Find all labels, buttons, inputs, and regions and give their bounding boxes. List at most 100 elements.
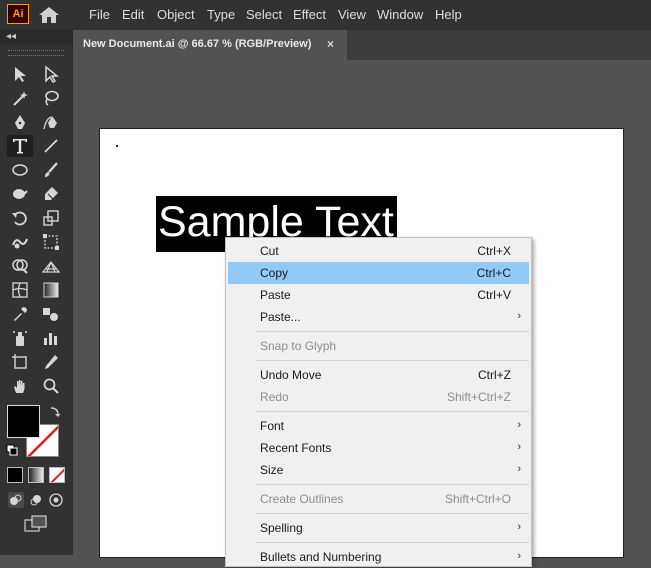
draw-normal-icon[interactable] (8, 492, 24, 508)
none-mode-button[interactable] (49, 467, 65, 483)
artboard-tool[interactable] (7, 351, 33, 373)
chevron-right-icon: › (517, 463, 521, 475)
chevron-right-icon: › (517, 441, 521, 453)
magic-wand-tool[interactable] (7, 87, 33, 109)
eyedropper-icon (14, 307, 27, 321)
chevron-right-icon: › (517, 550, 521, 562)
menu-item-font[interactable]: Font › (228, 415, 529, 437)
shape-builder-icon (12, 259, 28, 274)
none-slash-icon (50, 468, 64, 482)
perspective-grid-icon (42, 261, 60, 273)
swap-fill-stroke-icon[interactable] (49, 405, 61, 417)
panel-grip[interactable] (8, 50, 64, 56)
menu-separator (256, 513, 529, 514)
panel-collapse-button[interactable]: ◂◂ (0, 30, 73, 44)
draw-inside-icon[interactable] (48, 492, 64, 508)
home-icon[interactable] (38, 6, 60, 24)
document-tab-title: New Document.ai @ 66.67 % (RGB/Preview) (83, 38, 312, 50)
shape-builder-tool[interactable] (7, 255, 33, 277)
type-tool[interactable] (7, 135, 33, 157)
menu-object[interactable]: Object (157, 7, 195, 22)
blend-tool[interactable] (38, 303, 64, 325)
menu-item-undo-move[interactable]: Undo Move Ctrl+Z (228, 364, 529, 386)
ellipse-tool[interactable] (7, 159, 33, 181)
pen-icon (15, 115, 25, 129)
menu-separator (256, 360, 529, 361)
eraser-tool[interactable] (38, 183, 64, 205)
gradient-tool[interactable] (38, 279, 64, 301)
eraser-icon (45, 187, 58, 200)
column-graph-tool[interactable] (38, 327, 64, 349)
document-tab[interactable]: New Document.ai @ 66.67 % (RGB/Preview) … (73, 30, 347, 60)
artboard-icon (12, 354, 27, 369)
menu-bar: Ai File Edit Object Type Select Effect V… (0, 0, 651, 30)
menu-view[interactable]: View (338, 7, 366, 22)
chevron-right-icon: › (517, 521, 521, 533)
color-mode-button[interactable] (7, 467, 23, 483)
menu-separator (256, 331, 529, 332)
menu-file[interactable]: File (89, 7, 110, 22)
symbol-sprayer-icon (13, 331, 27, 346)
line-segment-tool[interactable] (38, 135, 64, 157)
zoom-tool[interactable] (38, 375, 64, 397)
menu-item-recent-fonts[interactable]: Recent Fonts › (228, 437, 529, 459)
gradient-icon (43, 282, 59, 298)
menu-type[interactable]: Type (207, 7, 235, 22)
direct-selection-tool[interactable] (38, 63, 64, 85)
selection-tool[interactable] (7, 63, 33, 85)
menu-item-spelling[interactable]: Spelling › (228, 517, 529, 539)
menu-select[interactable]: Select (246, 7, 282, 22)
ellipse-icon (12, 164, 28, 176)
menu-item-snap-to-glyph: Snap to Glyph (260, 339, 337, 353)
slice-tool[interactable] (38, 351, 64, 373)
zoom-magnifier-icon (43, 378, 59, 394)
menu-item-create-outlines: Create Outlines Shift+Ctrl+O (260, 492, 511, 506)
symbol-sprayer-tool[interactable] (7, 327, 33, 349)
rotate-icon (12, 211, 27, 226)
paintbrush-tool[interactable] (38, 159, 64, 181)
line-segment-icon (44, 139, 58, 153)
menu-separator (256, 411, 529, 412)
lasso-tool[interactable] (38, 87, 64, 109)
menu-item-bullets-and-numbering[interactable]: Bullets and Numbering › (228, 546, 529, 568)
free-transform-icon (43, 234, 59, 250)
menu-separator (256, 484, 529, 485)
column-graph-icon (44, 333, 57, 345)
scale-tool[interactable] (38, 207, 64, 229)
menu-separator (256, 542, 529, 543)
hand-tool[interactable] (7, 375, 33, 397)
app-logo: Ai (7, 4, 29, 24)
perspective-grid-tool[interactable] (38, 255, 64, 277)
rotate-tool[interactable] (7, 207, 33, 229)
menu-item-cut[interactable]: Cut Ctrl+X (228, 240, 529, 262)
curvature-pen-icon (43, 116, 57, 130)
menu-item-size[interactable]: Size › (228, 459, 529, 481)
mesh-tool[interactable] (7, 279, 33, 301)
menu-edit[interactable]: Edit (122, 7, 144, 22)
fill-swatch[interactable] (7, 405, 40, 438)
menu-effect[interactable]: Effect (293, 7, 326, 22)
menu-window[interactable]: Window (377, 7, 423, 22)
shaper-tool[interactable] (7, 183, 33, 205)
free-transform-tool[interactable] (38, 231, 64, 253)
curvature-tool[interactable] (38, 111, 64, 133)
chevron-right-icon: › (517, 310, 521, 322)
warp-tool[interactable] (7, 231, 33, 253)
gradient-mode-button[interactable] (28, 467, 44, 483)
eyedropper-tool[interactable] (7, 303, 33, 325)
blend-icon (43, 308, 58, 321)
menu-item-paste-submenu[interactable]: Paste... › (228, 306, 529, 328)
artboard-dot (116, 145, 118, 147)
menu-item-copy[interactable]: Copy Ctrl+C (228, 262, 529, 284)
menu-item-redo: Redo Shift+Ctrl+Z (260, 390, 511, 404)
default-fill-stroke-icon[interactable] (6, 444, 18, 456)
draw-behind-icon[interactable] (28, 492, 44, 508)
menu-help[interactable]: Help (435, 7, 462, 22)
menu-item-paste[interactable]: Paste Ctrl+V (228, 284, 529, 306)
magic-wand-icon (13, 91, 28, 106)
lasso-icon (45, 90, 59, 106)
screen-mode-icon[interactable] (24, 515, 48, 533)
close-tab-icon[interactable]: × (327, 37, 334, 51)
context-menu: Cut Ctrl+X Copy Ctrl+C Paste Ctrl+V Past… (225, 237, 532, 567)
pen-tool[interactable] (7, 111, 33, 133)
